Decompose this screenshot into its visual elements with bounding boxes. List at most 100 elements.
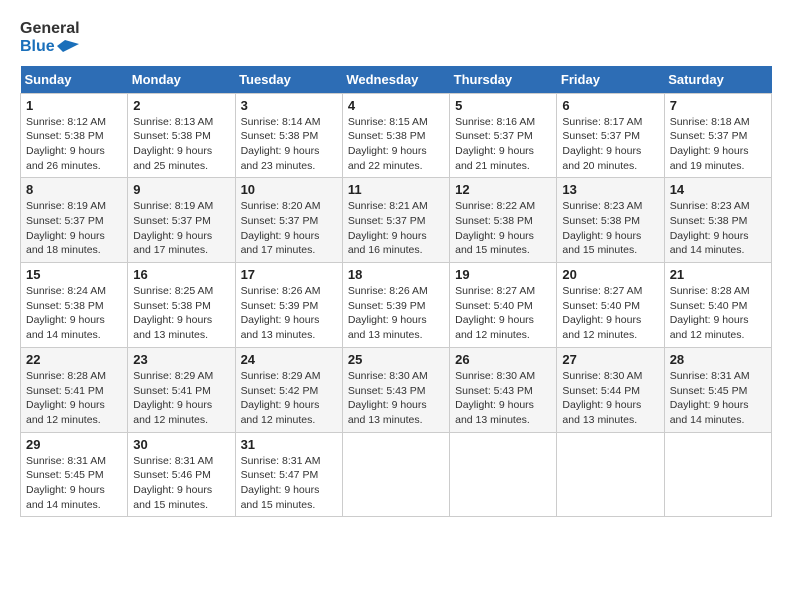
cell-info: Sunrise: 8:31 AMSunset: 5:46 PMDaylight:… bbox=[133, 454, 229, 513]
cell-info: Sunrise: 8:30 AMSunset: 5:43 PMDaylight:… bbox=[348, 369, 444, 428]
calendar-cell: 23Sunrise: 8:29 AMSunset: 5:41 PMDayligh… bbox=[128, 347, 235, 432]
day-number: 8 bbox=[26, 182, 122, 197]
day-number: 18 bbox=[348, 267, 444, 282]
calendar-cell: 5 Sunrise: 8:16 AMSunset: 5:37 PMDaylight… bbox=[450, 93, 557, 178]
calendar-cell: 31 Sunrise: 8:31 AMSunset: 5:47 PMDayligh… bbox=[235, 432, 342, 517]
calendar-cell: 15 Sunrise: 8:24 AMSunset: 5:38 PMDayligh… bbox=[21, 263, 128, 348]
cell-info: Sunrise: 8:14 AMSunset: 5:38 PMDaylight:… bbox=[241, 115, 337, 174]
header-wednesday: Wednesday bbox=[342, 66, 449, 94]
day-number: 30 bbox=[133, 437, 229, 452]
calendar-cell: 11 Sunrise: 8:21 AMSunset: 5:37 PMDayligh… bbox=[342, 178, 449, 263]
page-header: General Blue bbox=[20, 20, 772, 56]
day-number: 25 bbox=[348, 352, 444, 367]
calendar-body: 1 Sunrise: 8:12 AMSunset: 5:38 PMDaylight… bbox=[21, 93, 772, 517]
calendar-cell bbox=[450, 432, 557, 517]
calendar-cell: 30 Sunrise: 8:31 AMSunset: 5:46 PMDayligh… bbox=[128, 432, 235, 517]
logo-text: General Blue bbox=[20, 20, 80, 56]
logo-general: General bbox=[20, 20, 80, 38]
calendar-cell: 19Sunrise: 8:27 AMSunset: 5:40 PMDayligh… bbox=[450, 263, 557, 348]
day-number: 11 bbox=[348, 182, 444, 197]
calendar-cell: 3 Sunrise: 8:14 AMSunset: 5:38 PMDaylight… bbox=[235, 93, 342, 178]
calendar-cell bbox=[342, 432, 449, 517]
day-number: 28 bbox=[670, 352, 766, 367]
calendar-cell: 24 Sunrise: 8:29 AMSunset: 5:42 PMDayligh… bbox=[235, 347, 342, 432]
day-number: 12 bbox=[455, 182, 551, 197]
calendar-week-3: 15 Sunrise: 8:24 AMSunset: 5:38 PMDayligh… bbox=[21, 263, 772, 348]
day-number: 9 bbox=[133, 182, 229, 197]
calendar-cell: 4Sunrise: 8:15 AMSunset: 5:38 PMDaylight… bbox=[342, 93, 449, 178]
day-number: 7 bbox=[670, 98, 766, 113]
day-number: 3 bbox=[241, 98, 337, 113]
day-number: 29 bbox=[26, 437, 122, 452]
day-number: 16 bbox=[133, 267, 229, 282]
calendar-cell: 26Sunrise: 8:30 AMSunset: 5:43 PMDayligh… bbox=[450, 347, 557, 432]
calendar-cell: 18 Sunrise: 8:26 AMSunset: 5:39 PMDayligh… bbox=[342, 263, 449, 348]
cell-info: Sunrise: 8:21 AMSunset: 5:37 PMDaylight:… bbox=[348, 199, 444, 258]
day-number: 31 bbox=[241, 437, 337, 452]
calendar-cell: 6 Sunrise: 8:17 AMSunset: 5:37 PMDaylight… bbox=[557, 93, 664, 178]
calendar-cell: 20 Sunrise: 8:27 AMSunset: 5:40 PMDayligh… bbox=[557, 263, 664, 348]
cell-info: Sunrise: 8:23 AMSunset: 5:38 PMDaylight:… bbox=[562, 199, 658, 258]
calendar-cell: 27Sunrise: 8:30 AMSunset: 5:44 PMDayligh… bbox=[557, 347, 664, 432]
day-number: 19 bbox=[455, 267, 551, 282]
cell-info: Sunrise: 8:26 AMSunset: 5:39 PMDaylight:… bbox=[241, 284, 337, 343]
calendar-table: SundayMondayTuesdayWednesdayThursdayFrid… bbox=[20, 66, 772, 518]
day-number: 24 bbox=[241, 352, 337, 367]
cell-info: Sunrise: 8:27 AMSunset: 5:40 PMDaylight:… bbox=[562, 284, 658, 343]
calendar-header-row: SundayMondayTuesdayWednesdayThursdayFrid… bbox=[21, 66, 772, 94]
day-number: 14 bbox=[670, 182, 766, 197]
cell-info: Sunrise: 8:29 AMSunset: 5:41 PMDaylight:… bbox=[133, 369, 229, 428]
cell-info: Sunrise: 8:15 AMSunset: 5:38 PMDaylight:… bbox=[348, 115, 444, 174]
day-number: 13 bbox=[562, 182, 658, 197]
cell-info: Sunrise: 8:30 AMSunset: 5:44 PMDaylight:… bbox=[562, 369, 658, 428]
cell-info: Sunrise: 8:17 AMSunset: 5:37 PMDaylight:… bbox=[562, 115, 658, 174]
calendar-cell: 14 Sunrise: 8:23 AMSunset: 5:38 PMDayligh… bbox=[664, 178, 771, 263]
calendar-week-4: 22Sunrise: 8:28 AMSunset: 5:41 PMDayligh… bbox=[21, 347, 772, 432]
calendar-week-1: 1 Sunrise: 8:12 AMSunset: 5:38 PMDaylight… bbox=[21, 93, 772, 178]
calendar-cell: 29 Sunrise: 8:31 AMSunset: 5:45 PMDayligh… bbox=[21, 432, 128, 517]
cell-info: Sunrise: 8:16 AMSunset: 5:37 PMDaylight:… bbox=[455, 115, 551, 174]
header-monday: Monday bbox=[128, 66, 235, 94]
logo: General Blue bbox=[20, 20, 80, 56]
day-number: 1 bbox=[26, 98, 122, 113]
day-number: 26 bbox=[455, 352, 551, 367]
day-number: 5 bbox=[455, 98, 551, 113]
calendar-cell: 17 Sunrise: 8:26 AMSunset: 5:39 PMDayligh… bbox=[235, 263, 342, 348]
calendar-cell: 13 Sunrise: 8:23 AMSunset: 5:38 PMDayligh… bbox=[557, 178, 664, 263]
calendar-cell: 28 Sunrise: 8:31 AMSunset: 5:45 PMDayligh… bbox=[664, 347, 771, 432]
calendar-cell: 9Sunrise: 8:19 AMSunset: 5:37 PMDaylight… bbox=[128, 178, 235, 263]
header-thursday: Thursday bbox=[450, 66, 557, 94]
header-saturday: Saturday bbox=[664, 66, 771, 94]
cell-info: Sunrise: 8:22 AMSunset: 5:38 PMDaylight:… bbox=[455, 199, 551, 258]
calendar-cell bbox=[557, 432, 664, 517]
cell-info: Sunrise: 8:20 AMSunset: 5:37 PMDaylight:… bbox=[241, 199, 337, 258]
cell-info: Sunrise: 8:18 AMSunset: 5:37 PMDaylight:… bbox=[670, 115, 766, 174]
calendar-cell: 21 Sunrise: 8:28 AMSunset: 5:40 PMDayligh… bbox=[664, 263, 771, 348]
calendar-cell: 10Sunrise: 8:20 AMSunset: 5:37 PMDayligh… bbox=[235, 178, 342, 263]
cell-info: Sunrise: 8:31 AMSunset: 5:47 PMDaylight:… bbox=[241, 454, 337, 513]
cell-info: Sunrise: 8:24 AMSunset: 5:38 PMDaylight:… bbox=[26, 284, 122, 343]
cell-info: Sunrise: 8:28 AMSunset: 5:40 PMDaylight:… bbox=[670, 284, 766, 343]
calendar-cell: 8 Sunrise: 8:19 AMSunset: 5:37 PMDaylight… bbox=[21, 178, 128, 263]
calendar-week-2: 8 Sunrise: 8:19 AMSunset: 5:37 PMDaylight… bbox=[21, 178, 772, 263]
day-number: 17 bbox=[241, 267, 337, 282]
cell-info: Sunrise: 8:12 AMSunset: 5:38 PMDaylight:… bbox=[26, 115, 122, 174]
day-number: 20 bbox=[562, 267, 658, 282]
calendar-week-5: 29 Sunrise: 8:31 AMSunset: 5:45 PMDayligh… bbox=[21, 432, 772, 517]
day-number: 21 bbox=[670, 267, 766, 282]
cell-info: Sunrise: 8:13 AMSunset: 5:38 PMDaylight:… bbox=[133, 115, 229, 174]
cell-info: Sunrise: 8:19 AMSunset: 5:37 PMDaylight:… bbox=[26, 199, 122, 258]
cell-info: Sunrise: 8:31 AMSunset: 5:45 PMDaylight:… bbox=[670, 369, 766, 428]
header-tuesday: Tuesday bbox=[235, 66, 342, 94]
day-number: 2 bbox=[133, 98, 229, 113]
cell-info: Sunrise: 8:26 AMSunset: 5:39 PMDaylight:… bbox=[348, 284, 444, 343]
header-sunday: Sunday bbox=[21, 66, 128, 94]
day-number: 15 bbox=[26, 267, 122, 282]
cell-info: Sunrise: 8:23 AMSunset: 5:38 PMDaylight:… bbox=[670, 199, 766, 258]
day-number: 6 bbox=[562, 98, 658, 113]
calendar-cell: 25 Sunrise: 8:30 AMSunset: 5:43 PMDayligh… bbox=[342, 347, 449, 432]
day-number: 22 bbox=[26, 352, 122, 367]
cell-info: Sunrise: 8:31 AMSunset: 5:45 PMDaylight:… bbox=[26, 454, 122, 513]
cell-info: Sunrise: 8:29 AMSunset: 5:42 PMDaylight:… bbox=[241, 369, 337, 428]
calendar-cell bbox=[664, 432, 771, 517]
